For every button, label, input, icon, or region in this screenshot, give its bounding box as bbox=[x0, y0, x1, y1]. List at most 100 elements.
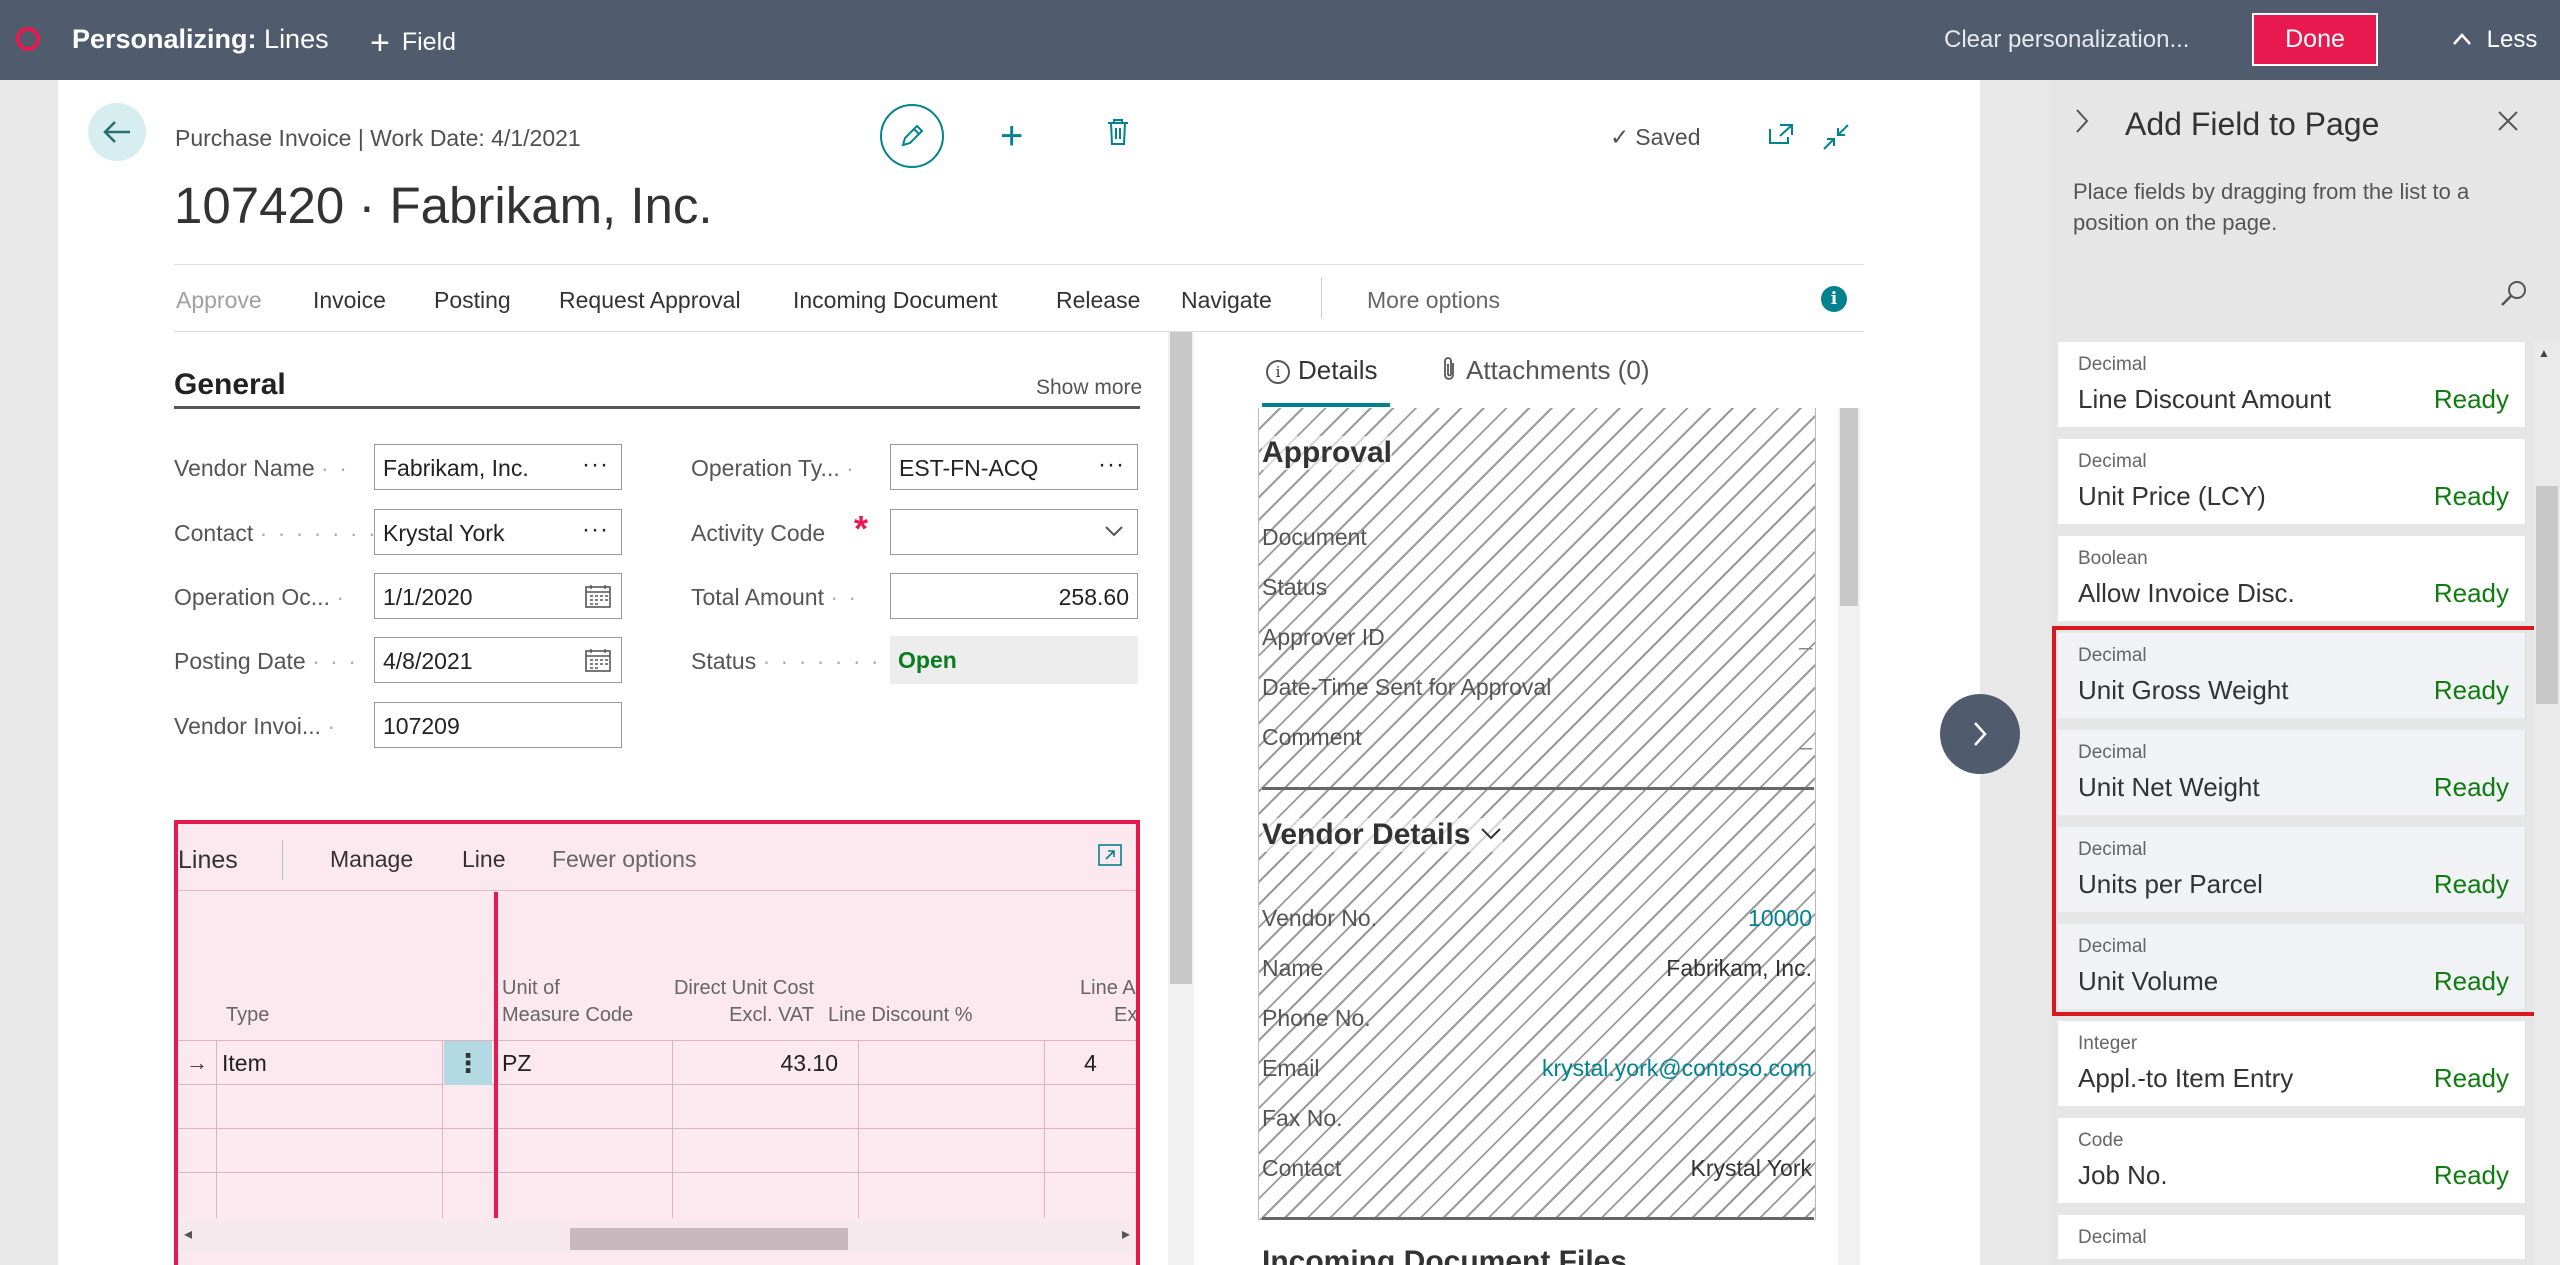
field-job-no[interactable]: Code Job No. Ready bbox=[2058, 1118, 2526, 1209]
field-allow-invoice-disc[interactable]: Boolean Allow Invoice Disc. Ready bbox=[2058, 536, 2526, 627]
done-button[interactable]: Done bbox=[2252, 13, 2378, 66]
cell-uom[interactable]: PZ bbox=[502, 1050, 531, 1077]
show-details-button[interactable] bbox=[1940, 694, 2020, 774]
vendor-email-link[interactable]: krystal.york@contoso.com bbox=[1542, 1055, 1812, 1082]
operation-type-field[interactable]: EST-FN-ACQ ··· bbox=[890, 444, 1138, 490]
info-icon[interactable]: i bbox=[1821, 286, 1847, 312]
lines-horizontal-scrollbar[interactable]: ◂ ▸ bbox=[178, 1222, 1136, 1252]
column-header-direct-unit-cost[interactable]: Direct Unit Cost Excl. VAT bbox=[664, 975, 814, 1029]
vendor-invoice-label-text: Vendor Invoi... bbox=[174, 713, 322, 739]
cell-direct-unit-cost[interactable]: 43.10 bbox=[678, 1050, 838, 1077]
vendor-invoice-label: Vendor Invoi... · bbox=[174, 713, 338, 739]
tab-details[interactable]: i Details bbox=[1266, 355, 1377, 386]
field-type: Decimal bbox=[2078, 451, 2147, 472]
posting-date-field[interactable]: 4/8/2021 bbox=[374, 637, 622, 683]
scrollbar-thumb[interactable] bbox=[570, 1228, 848, 1250]
vendor-name-label-text: Vendor Name bbox=[174, 455, 315, 481]
cell-line-amount[interactable]: 4 bbox=[1084, 1050, 1097, 1077]
action-invoice[interactable]: Invoice bbox=[313, 287, 386, 314]
scroll-left-icon[interactable]: ◂ bbox=[184, 1224, 192, 1244]
lookup-ellipsis-icon[interactable]: ··· bbox=[582, 451, 609, 479]
breadcrumb: Purchase Invoice | Work Date: 4/1/2021 bbox=[175, 125, 581, 151]
calendar-icon[interactable] bbox=[585, 648, 611, 678]
vendor-no-link[interactable]: 10000 bbox=[1748, 905, 1812, 932]
lines-line-button[interactable]: Line bbox=[462, 846, 505, 873]
cell-type[interactable]: Item bbox=[222, 1050, 267, 1077]
total-amount-field[interactable]: 258.60 bbox=[890, 573, 1138, 619]
action-navigate[interactable]: Navigate bbox=[1181, 287, 1272, 314]
lines-fewer-options-button[interactable]: Fewer options bbox=[552, 846, 696, 873]
action-release[interactable]: Release bbox=[1056, 287, 1140, 314]
expand-part-icon[interactable] bbox=[1098, 844, 1122, 871]
incoming-document-files-heading[interactable]: Incoming Document Files bbox=[1262, 1245, 1627, 1265]
column-header-uom[interactable]: Unit of Measure Code bbox=[502, 975, 633, 1029]
approval-row-status: Status bbox=[1262, 574, 1812, 601]
delete-button[interactable] bbox=[1106, 118, 1130, 151]
field-status: Ready bbox=[2433, 1160, 2509, 1190]
column-header-type[interactable]: Type bbox=[226, 1002, 269, 1029]
contact-field[interactable]: Krystal York ··· bbox=[374, 509, 622, 555]
general-divider bbox=[174, 406, 1140, 409]
column-header-cost-line2: Excl. VAT bbox=[729, 1004, 814, 1026]
action-incoming-document[interactable]: Incoming Document bbox=[793, 287, 998, 314]
edit-button[interactable] bbox=[880, 104, 944, 168]
factbox-scrollbar-thumb[interactable] bbox=[1840, 408, 1858, 606]
activity-code-dropdown[interactable] bbox=[890, 509, 1138, 555]
contact-label: Contact · · · · · · · bbox=[174, 520, 378, 546]
show-more-link[interactable]: Show more bbox=[1036, 376, 1142, 400]
freeze-column-indicator[interactable] bbox=[494, 892, 498, 1218]
lookup-ellipsis-icon[interactable]: ··· bbox=[582, 516, 609, 544]
close-icon[interactable] bbox=[2497, 110, 2519, 137]
panel-scrollbar-thumb[interactable] bbox=[2536, 486, 2558, 704]
general-heading[interactable]: General bbox=[174, 368, 286, 402]
action-posting[interactable]: Posting bbox=[434, 287, 511, 314]
collapse-button[interactable] bbox=[1822, 123, 1850, 156]
search-icon[interactable] bbox=[2499, 278, 2529, 313]
grid-line bbox=[1044, 1040, 1045, 1218]
clear-personalization-link[interactable]: Clear personalization... bbox=[1944, 26, 2189, 54]
column-header-uom-line2: Measure Code bbox=[502, 1004, 634, 1026]
column-header-line-discount[interactable]: Line Discount % bbox=[828, 1002, 1008, 1029]
add-field-button[interactable]: + Field bbox=[370, 24, 456, 63]
operation-oc-field[interactable]: 1/1/2020 bbox=[374, 573, 622, 619]
vendor-name-field[interactable]: Fabrikam, Inc. ··· bbox=[374, 444, 622, 490]
page-scrollbar-thumb[interactable] bbox=[1170, 332, 1192, 984]
grid-line bbox=[178, 1128, 1136, 1129]
back-button[interactable] bbox=[88, 103, 146, 161]
posting-date-value: 4/8/2021 bbox=[383, 648, 473, 674]
field-name: Indirect Cost % bbox=[2078, 1257, 2254, 1259]
new-button[interactable]: + bbox=[1000, 114, 1023, 159]
row-actions-menu-icon[interactable]: ⋮ bbox=[444, 1041, 492, 1085]
field-unit-price-lcy[interactable]: Decimal Unit Price (LCY) Ready bbox=[2058, 439, 2526, 530]
vendor-details-heading[interactable]: Vendor Details bbox=[1262, 818, 1503, 852]
field-indirect-cost[interactable]: Decimal Indirect Cost % Ready bbox=[2058, 1215, 2526, 1265]
grid-line bbox=[442, 1040, 443, 1218]
scroll-up-icon[interactable]: ▲ bbox=[2538, 346, 2550, 360]
lines-manage-button[interactable]: Manage bbox=[330, 846, 413, 873]
column-header-line-amount[interactable]: Line A Ex bbox=[1044, 975, 1136, 1029]
vendor-invoice-field[interactable]: 107209 bbox=[374, 702, 622, 748]
field-name: Appl.-to Item Entry bbox=[2078, 1063, 2294, 1093]
status-label: Status · · · · · · · · bbox=[691, 648, 899, 674]
trash-icon bbox=[1108, 119, 1128, 145]
scroll-right-icon[interactable]: ▸ bbox=[1122, 1224, 1130, 1244]
contact-value: Krystal York bbox=[383, 520, 505, 546]
action-request-approval[interactable]: Request Approval bbox=[559, 287, 741, 314]
field-appl-to-item-entry[interactable]: Integer Appl.-to Item Entry Ready bbox=[2058, 1021, 2526, 1112]
action-approve[interactable]: Approve bbox=[176, 287, 262, 314]
vendor-label: Email bbox=[1262, 1055, 1320, 1081]
open-new-window-icon bbox=[1769, 124, 1793, 144]
panel-collapse-button[interactable] bbox=[2071, 106, 2093, 141]
vendor-value: Krystal York bbox=[1690, 1155, 1812, 1181]
open-in-new-window-button[interactable] bbox=[1768, 123, 1794, 150]
approval-heading[interactable]: Approval bbox=[1262, 436, 1393, 470]
tab-attachments[interactable]: Attachments (0) bbox=[1440, 355, 1650, 386]
more-options-button[interactable]: More options bbox=[1367, 287, 1500, 314]
less-button[interactable]: Less bbox=[2452, 26, 2537, 54]
panel-scrollbar[interactable] bbox=[2534, 342, 2560, 1265]
calendar-icon[interactable] bbox=[585, 584, 611, 614]
vendor-row-email: Email krystal.york@contoso.com bbox=[1262, 1055, 1812, 1082]
lookup-ellipsis-icon[interactable]: ··· bbox=[1098, 451, 1125, 479]
lines-title[interactable]: Lines bbox=[178, 846, 238, 875]
field-line-discount-amount[interactable]: Decimal Line Discount Amount Ready bbox=[2058, 342, 2526, 433]
